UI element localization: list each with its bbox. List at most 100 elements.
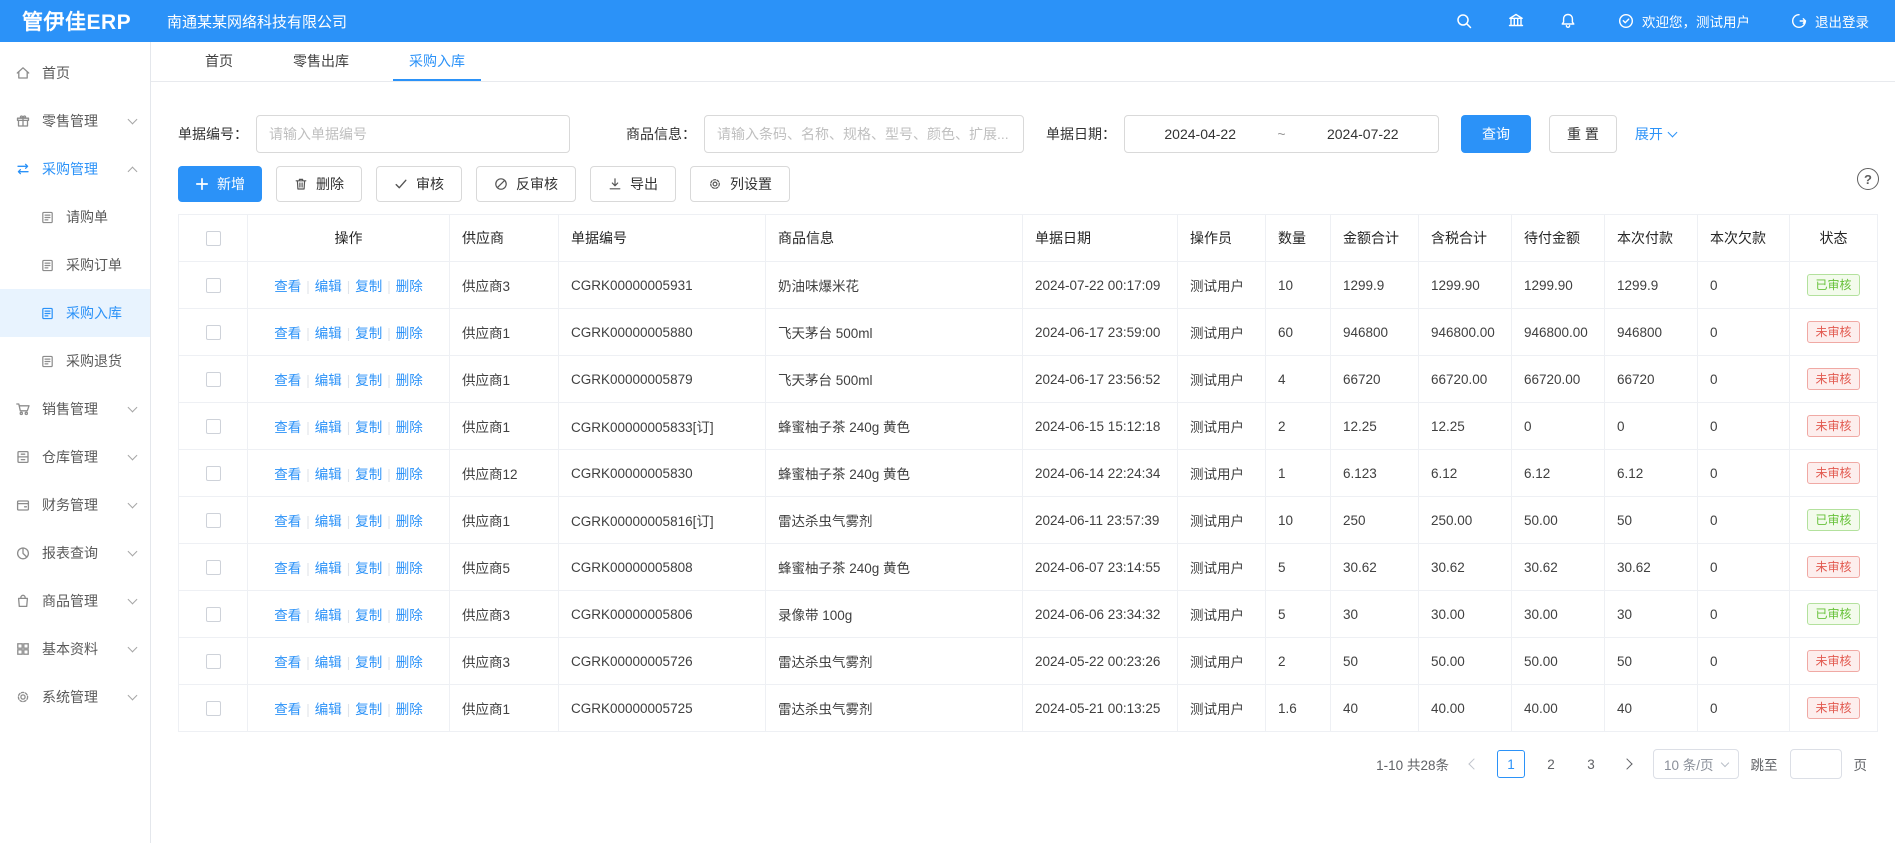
bell-icon[interactable]: [1559, 12, 1577, 30]
sidebar-item-purchase-order[interactable]: 采购订单: [0, 241, 150, 289]
row-checkbox[interactable]: [206, 560, 221, 575]
app-logo[interactable]: 管伊佳ERP: [0, 6, 151, 36]
row-checkbox[interactable]: [206, 607, 221, 622]
date-from-value[interactable]: 2024-04-22: [1125, 126, 1275, 142]
sidebar-item-sales[interactable]: 销售管理: [0, 385, 150, 433]
delete-button[interactable]: 删除: [276, 166, 362, 202]
view-link[interactable]: 查看: [274, 702, 301, 717]
tab-retail-outbound[interactable]: 零售出库: [263, 42, 379, 81]
export-button[interactable]: 导出: [590, 166, 676, 202]
row-checkbox[interactable]: [206, 513, 221, 528]
copy-link[interactable]: 复制: [355, 561, 382, 576]
sidebar-item-purchase-request[interactable]: 请购单: [0, 193, 150, 241]
delete-link[interactable]: 删除: [396, 608, 423, 623]
view-link[interactable]: 查看: [274, 655, 301, 670]
view-link[interactable]: 查看: [274, 279, 301, 294]
delete-link[interactable]: 删除: [396, 702, 423, 717]
row-checkbox[interactable]: [206, 372, 221, 387]
view-link[interactable]: 查看: [274, 608, 301, 623]
date-to-value[interactable]: 2024-07-22: [1288, 126, 1438, 142]
view-link[interactable]: 查看: [274, 467, 301, 482]
row-checkbox[interactable]: [206, 466, 221, 481]
bank-icon[interactable]: [1507, 12, 1525, 30]
copy-link[interactable]: 复制: [355, 608, 382, 623]
view-link[interactable]: 查看: [274, 420, 301, 435]
edit-link[interactable]: 编辑: [315, 420, 342, 435]
copy-link[interactable]: 复制: [355, 514, 382, 529]
copy-link[interactable]: 复制: [355, 326, 382, 341]
view-link[interactable]: 查看: [274, 514, 301, 529]
audit-button[interactable]: 审核: [376, 166, 462, 202]
add-button[interactable]: 新增: [178, 166, 262, 202]
view-link[interactable]: 查看: [274, 326, 301, 341]
logout-button[interactable]: 退出登录: [1790, 11, 1869, 31]
column-settings-button[interactable]: 列设置: [690, 166, 790, 202]
view-link[interactable]: 查看: [274, 561, 301, 576]
sidebar-item-home[interactable]: 首页: [0, 49, 150, 97]
sidebar-item-purchase-return[interactable]: 采购退货: [0, 337, 150, 385]
prev-page-button[interactable]: [1461, 750, 1485, 778]
copy-link[interactable]: 复制: [355, 420, 382, 435]
edit-link[interactable]: 编辑: [315, 373, 342, 388]
sidebar-item-warehouse[interactable]: 仓库管理: [0, 433, 150, 481]
copy-link[interactable]: 复制: [355, 279, 382, 294]
delete-link[interactable]: 删除: [396, 373, 423, 388]
user-menu[interactable]: 欢迎您，测试用户: [1617, 11, 1750, 31]
row-checkbox[interactable]: [206, 419, 221, 434]
search-icon[interactable]: [1455, 12, 1473, 30]
select-all-checkbox[interactable]: [206, 231, 221, 246]
sidebar-item-purchase-inbound[interactable]: 采购入库: [0, 289, 150, 337]
search-button[interactable]: 查询: [1461, 115, 1531, 153]
row-checkbox[interactable]: [206, 701, 221, 716]
tab-home[interactable]: 首页: [175, 42, 263, 81]
row-checkbox[interactable]: [206, 278, 221, 293]
sidebar-item-finance[interactable]: 财务管理: [0, 481, 150, 529]
page-number-2[interactable]: 2: [1537, 750, 1565, 778]
sidebar-item-goods[interactable]: 商品管理: [0, 577, 150, 625]
sidebar-item-label: 仓库管理: [42, 447, 98, 467]
delete-link[interactable]: 删除: [396, 279, 423, 294]
edit-link[interactable]: 编辑: [315, 514, 342, 529]
page-number-3[interactable]: 3: [1577, 750, 1605, 778]
jump-to-input[interactable]: [1790, 749, 1842, 779]
delete-link[interactable]: 删除: [396, 467, 423, 482]
delete-link[interactable]: 删除: [396, 420, 423, 435]
cell-date: 2024-05-22 00:23:26: [1023, 638, 1178, 685]
sidebar-item-basedata[interactable]: 基本资料: [0, 625, 150, 673]
copy-link[interactable]: 复制: [355, 467, 382, 482]
edit-link[interactable]: 编辑: [315, 702, 342, 717]
next-page-button[interactable]: [1617, 750, 1641, 778]
sidebar-item-reports[interactable]: 报表查询: [0, 529, 150, 577]
tab-purchase-inbound[interactable]: 采购入库: [379, 42, 495, 81]
table-header-row: 操作 供应商 单据编号 商品信息 单据日期 操作员 数量 金额合计 含税合计 待…: [179, 215, 1878, 262]
delete-link[interactable]: 删除: [396, 514, 423, 529]
unaudit-button[interactable]: 反审核: [476, 166, 576, 202]
expand-filters-link[interactable]: 展开: [1635, 124, 1676, 144]
page-number-1[interactable]: 1: [1497, 750, 1525, 778]
edit-link[interactable]: 编辑: [315, 326, 342, 341]
copy-link[interactable]: 复制: [355, 655, 382, 670]
edit-link[interactable]: 编辑: [315, 467, 342, 482]
copy-link[interactable]: 复制: [355, 373, 382, 388]
delete-link[interactable]: 删除: [396, 561, 423, 576]
edit-link[interactable]: 编辑: [315, 279, 342, 294]
product-info-input[interactable]: [704, 115, 1024, 153]
sidebar-item-purchase[interactable]: 采购管理: [0, 145, 150, 193]
sidebar-item-system[interactable]: 系统管理: [0, 673, 150, 721]
row-checkbox[interactable]: [206, 325, 221, 340]
view-link[interactable]: 查看: [274, 373, 301, 388]
edit-link[interactable]: 编辑: [315, 655, 342, 670]
sidebar-item-retail[interactable]: 零售管理: [0, 97, 150, 145]
edit-link[interactable]: 编辑: [315, 608, 342, 623]
edit-link[interactable]: 编辑: [315, 561, 342, 576]
bill-no-input[interactable]: [256, 115, 570, 153]
date-range-picker[interactable]: 2024-04-22 ~ 2024-07-22: [1124, 115, 1439, 153]
reset-button[interactable]: 重 置: [1549, 115, 1617, 153]
page-size-select[interactable]: 10 条/页: [1653, 749, 1739, 779]
sidebar: 首页 零售管理 采购管理 请购单 采购订单 采购入库 采购退货: [0, 42, 151, 843]
help-icon[interactable]: ?: [1857, 168, 1879, 190]
delete-link[interactable]: 删除: [396, 655, 423, 670]
delete-link[interactable]: 删除: [396, 326, 423, 341]
row-checkbox[interactable]: [206, 654, 221, 669]
copy-link[interactable]: 复制: [355, 702, 382, 717]
